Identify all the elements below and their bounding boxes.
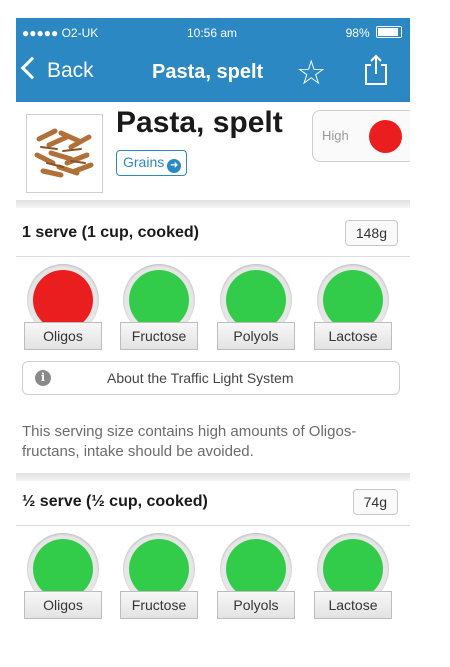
- light-label: Fructose: [120, 322, 198, 350]
- battery-status: 98%: [346, 26, 402, 40]
- about-label: About the Traffic Light System: [107, 370, 294, 386]
- traffic-light: Lactose: [314, 533, 392, 627]
- light-label: Oligos: [24, 322, 102, 350]
- info-icon: i: [35, 370, 51, 386]
- nav-bar: Back Pasta, spelt ☆: [16, 48, 410, 102]
- light-bulb: [33, 539, 93, 599]
- nav-title: Pasta, spelt: [152, 61, 264, 83]
- serving-row: 1 serve (1 cup, cooked) 148g: [16, 212, 410, 257]
- traffic-light: Oligos: [24, 264, 102, 358]
- light-bulb: [226, 539, 286, 599]
- favorite-star-icon[interactable]: ☆: [296, 53, 326, 93]
- light-bulb: [33, 270, 93, 330]
- top-bar: ●●●●● O2-UK 10:56 am 98% Back Pasta, spe…: [16, 18, 410, 102]
- food-name: Pasta, spelt: [116, 106, 283, 139]
- rating-light: [369, 120, 402, 153]
- battery-icon: [376, 26, 402, 38]
- serving-advice: This serving size contains high amounts …: [22, 423, 357, 460]
- battery-percent: 98%: [345, 26, 370, 40]
- category-label: Grains: [123, 154, 165, 170]
- traffic-light: Polyols: [217, 264, 295, 358]
- food-image: [26, 114, 103, 193]
- traffic-lights: Oligos Fructose Polyols Lactose: [16, 264, 410, 358]
- light-bulb: [129, 539, 189, 599]
- traffic-light: Polyols: [217, 533, 295, 627]
- carrier-signal: ●●●●● O2-UK: [22, 26, 99, 40]
- category-badge[interactable]: Grains ➜: [116, 150, 188, 176]
- back-button[interactable]: Back: [20, 56, 94, 83]
- food-header: Pasta, spelt Grains ➜ High: [16, 102, 410, 210]
- traffic-light: Fructose: [120, 533, 198, 627]
- light-label: Polyols: [217, 322, 295, 350]
- rating-label: High: [322, 128, 349, 143]
- light-label: Lactose: [314, 322, 392, 350]
- traffic-light: Fructose: [120, 264, 198, 358]
- status-time: 10:56 am: [187, 26, 238, 40]
- serving-weight: 148g: [344, 220, 398, 246]
- light-bulb: [323, 270, 383, 330]
- traffic-lights: Oligos Fructose Polyols Lactose: [16, 533, 410, 627]
- light-label: Polyols: [217, 591, 295, 619]
- arrow-right-icon: ➜: [167, 159, 182, 173]
- light-label: Oligos: [24, 591, 102, 619]
- status-bar: ●●●●● O2-UK 10:56 am 98%: [16, 18, 410, 48]
- light-bulb: [323, 539, 383, 599]
- serving-label: 1 serve (1 cup, cooked): [22, 224, 199, 241]
- traffic-light: Oligos: [24, 533, 102, 627]
- light-label: Lactose: [314, 591, 392, 619]
- chevron-left-icon: [20, 56, 44, 80]
- serving-row: ½ serve (½ cup, cooked) 74g: [16, 481, 410, 526]
- about-traffic-light-button[interactable]: i About the Traffic Light System: [22, 361, 400, 395]
- light-bulb: [129, 270, 189, 330]
- section-divider: [16, 200, 410, 208]
- app-screen: ●●●●● O2-UK 10:56 am 98% Back Pasta, spe…: [16, 18, 410, 654]
- section-divider: [16, 473, 410, 481]
- overall-rating: High: [312, 110, 410, 162]
- share-icon[interactable]: [363, 54, 389, 86]
- serving-label: ½ serve (½ cup, cooked): [22, 493, 208, 510]
- light-bulb: [226, 270, 286, 330]
- traffic-light: Lactose: [314, 264, 392, 358]
- serving-weight: 74g: [352, 489, 398, 515]
- back-label: Back: [47, 59, 94, 82]
- light-label: Fructose: [120, 591, 198, 619]
